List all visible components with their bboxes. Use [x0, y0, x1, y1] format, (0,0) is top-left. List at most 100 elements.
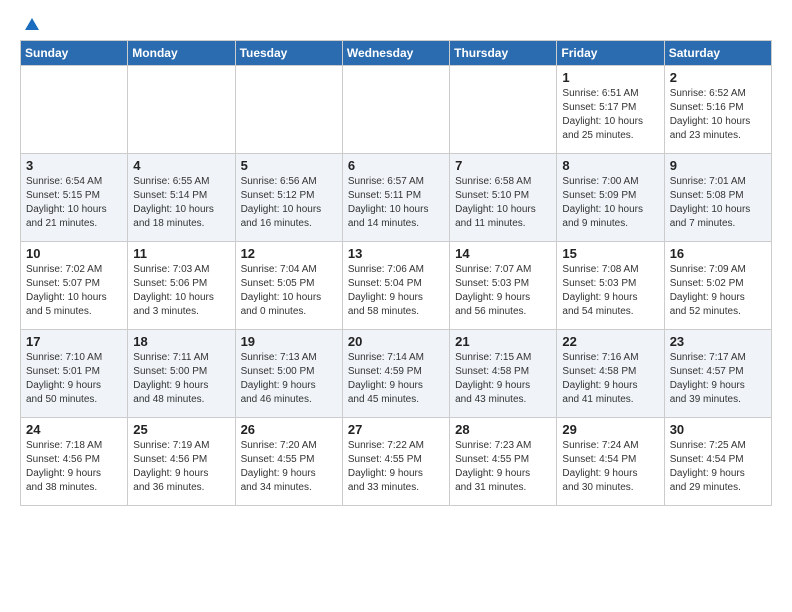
day-number: 24: [26, 422, 122, 437]
day-number: 12: [241, 246, 337, 261]
day-number: 7: [455, 158, 551, 173]
logo-icon: [23, 16, 41, 34]
day-info: Sunrise: 7:16 AM Sunset: 4:58 PM Dayligh…: [562, 351, 658, 407]
calendar-week-row: 17 Sunrise: 7:10 AM Sunset: 5:01 PM Dayli…: [21, 330, 772, 418]
day-info: Sunrise: 7:03 AM Sunset: 5:06 PM Dayligh…: [133, 263, 229, 319]
calendar-table: SundayMondayTuesdayWednesdayThursdayFrid…: [20, 40, 772, 506]
day-info: Sunrise: 7:08 AM Sunset: 5:03 PM Dayligh…: [562, 263, 658, 319]
day-info: Sunrise: 7:15 AM Sunset: 4:58 PM Dayligh…: [455, 351, 551, 407]
day-number: 22: [562, 334, 658, 349]
calendar-cell: 24 Sunrise: 7:18 AM Sunset: 4:56 PM Dayli…: [21, 418, 128, 506]
weekday-header: Tuesday: [235, 41, 342, 66]
day-info: Sunrise: 7:09 AM Sunset: 5:02 PM Dayligh…: [670, 263, 766, 319]
day-number: 2: [670, 70, 766, 85]
calendar-cell: [450, 66, 557, 154]
calendar-cell: 3Sunrise: 6:54 AM Sunset: 5:15 PM Daylig…: [21, 154, 128, 242]
day-number: 11: [133, 246, 229, 261]
day-info: Sunrise: 7:01 AM Sunset: 5:08 PM Dayligh…: [670, 175, 766, 231]
calendar-cell: 22 Sunrise: 7:16 AM Sunset: 4:58 PM Dayli…: [557, 330, 664, 418]
day-number: 14: [455, 246, 551, 261]
calendar-cell: 17 Sunrise: 7:10 AM Sunset: 5:01 PM Dayli…: [21, 330, 128, 418]
day-number: 15: [562, 246, 658, 261]
calendar-cell: 4 Sunrise: 6:55 AM Sunset: 5:14 PM Daylig…: [128, 154, 235, 242]
day-info: Sunrise: 7:02 AM Sunset: 5:07 PM Dayligh…: [26, 263, 122, 319]
calendar-cell: 21 Sunrise: 7:15 AM Sunset: 4:58 PM Dayli…: [450, 330, 557, 418]
day-info: Sunrise: 7:11 AM Sunset: 5:00 PM Dayligh…: [133, 351, 229, 407]
calendar-cell: 30Sunrise: 7:25 AM Sunset: 4:54 PM Dayli…: [664, 418, 771, 506]
day-number: 5: [241, 158, 337, 173]
calendar-cell: 25 Sunrise: 7:19 AM Sunset: 4:56 PM Dayli…: [128, 418, 235, 506]
calendar-cell: 9 Sunrise: 7:01 AM Sunset: 5:08 PM Daylig…: [664, 154, 771, 242]
calendar-cell: 28 Sunrise: 7:23 AM Sunset: 4:55 PM Dayli…: [450, 418, 557, 506]
day-info: Sunrise: 7:18 AM Sunset: 4:56 PM Dayligh…: [26, 439, 122, 495]
weekday-header: Friday: [557, 41, 664, 66]
day-number: 10: [26, 246, 122, 261]
day-number: 26: [241, 422, 337, 437]
day-info: Sunrise: 7:14 AM Sunset: 4:59 PM Dayligh…: [348, 351, 444, 407]
day-info: Sunrise: 7:10 AM Sunset: 5:01 PM Dayligh…: [26, 351, 122, 407]
day-number: 30: [670, 422, 766, 437]
calendar-cell: 8 Sunrise: 7:00 AM Sunset: 5:09 PM Daylig…: [557, 154, 664, 242]
day-info: Sunrise: 7:04 AM Sunset: 5:05 PM Dayligh…: [241, 263, 337, 319]
day-number: 29: [562, 422, 658, 437]
calendar-cell: 27 Sunrise: 7:22 AM Sunset: 4:55 PM Dayli…: [342, 418, 449, 506]
day-number: 25: [133, 422, 229, 437]
day-number: 1: [562, 70, 658, 85]
day-info: Sunrise: 6:54 AM Sunset: 5:15 PM Dayligh…: [26, 175, 122, 231]
calendar-cell: 11 Sunrise: 7:03 AM Sunset: 5:06 PM Dayli…: [128, 242, 235, 330]
day-number: 27: [348, 422, 444, 437]
day-info: Sunrise: 6:52 AM Sunset: 5:16 PM Dayligh…: [670, 87, 766, 143]
day-number: 20: [348, 334, 444, 349]
day-number: 17: [26, 334, 122, 349]
day-number: 16: [670, 246, 766, 261]
day-info: Sunrise: 7:19 AM Sunset: 4:56 PM Dayligh…: [133, 439, 229, 495]
calendar-cell: 5Sunrise: 6:56 AM Sunset: 5:12 PM Daylig…: [235, 154, 342, 242]
day-number: 8: [562, 158, 658, 173]
page-header: [20, 16, 772, 30]
day-info: Sunrise: 7:17 AM Sunset: 4:57 PM Dayligh…: [670, 351, 766, 407]
calendar-week-row: 10 Sunrise: 7:02 AM Sunset: 5:07 PM Dayli…: [21, 242, 772, 330]
day-number: 28: [455, 422, 551, 437]
weekday-header: Saturday: [664, 41, 771, 66]
day-info: Sunrise: 6:58 AM Sunset: 5:10 PM Dayligh…: [455, 175, 551, 231]
calendar-cell: 26 Sunrise: 7:20 AM Sunset: 4:55 PM Dayli…: [235, 418, 342, 506]
day-info: Sunrise: 6:57 AM Sunset: 5:11 PM Dayligh…: [348, 175, 444, 231]
day-info: Sunrise: 7:20 AM Sunset: 4:55 PM Dayligh…: [241, 439, 337, 495]
day-info: Sunrise: 6:51 AM Sunset: 5:17 PM Dayligh…: [562, 87, 658, 143]
calendar-week-row: 3Sunrise: 6:54 AM Sunset: 5:15 PM Daylig…: [21, 154, 772, 242]
calendar-cell: 16 Sunrise: 7:09 AM Sunset: 5:02 PM Dayli…: [664, 242, 771, 330]
day-number: 6: [348, 158, 444, 173]
day-info: Sunrise: 7:13 AM Sunset: 5:00 PM Dayligh…: [241, 351, 337, 407]
day-number: 19: [241, 334, 337, 349]
day-number: 13: [348, 246, 444, 261]
day-number: 4: [133, 158, 229, 173]
calendar-cell: 7 Sunrise: 6:58 AM Sunset: 5:10 PM Daylig…: [450, 154, 557, 242]
weekday-header: Monday: [128, 41, 235, 66]
day-number: 9: [670, 158, 766, 173]
calendar-cell: 6 Sunrise: 6:57 AM Sunset: 5:11 PM Daylig…: [342, 154, 449, 242]
weekday-header: Wednesday: [342, 41, 449, 66]
calendar-cell: 23Sunrise: 7:17 AM Sunset: 4:57 PM Dayli…: [664, 330, 771, 418]
calendar-week-row: 1 Sunrise: 6:51 AM Sunset: 5:17 PM Daylig…: [21, 66, 772, 154]
calendar-cell: 19 Sunrise: 7:13 AM Sunset: 5:00 PM Dayli…: [235, 330, 342, 418]
calendar-cell: 2 Sunrise: 6:52 AM Sunset: 5:16 PM Daylig…: [664, 66, 771, 154]
calendar-cell: 18Sunrise: 7:11 AM Sunset: 5:00 PM Dayli…: [128, 330, 235, 418]
calendar-cell: 15 Sunrise: 7:08 AM Sunset: 5:03 PM Dayli…: [557, 242, 664, 330]
calendar-cell: [128, 66, 235, 154]
day-info: Sunrise: 6:55 AM Sunset: 5:14 PM Dayligh…: [133, 175, 229, 231]
day-info: Sunrise: 7:00 AM Sunset: 5:09 PM Dayligh…: [562, 175, 658, 231]
day-info: Sunrise: 7:07 AM Sunset: 5:03 PM Dayligh…: [455, 263, 551, 319]
page: SundayMondayTuesdayWednesdayThursdayFrid…: [0, 0, 792, 612]
day-info: Sunrise: 7:06 AM Sunset: 5:04 PM Dayligh…: [348, 263, 444, 319]
calendar-cell: 1 Sunrise: 6:51 AM Sunset: 5:17 PM Daylig…: [557, 66, 664, 154]
calendar-cell: 20 Sunrise: 7:14 AM Sunset: 4:59 PM Dayli…: [342, 330, 449, 418]
day-info: Sunrise: 7:22 AM Sunset: 4:55 PM Dayligh…: [348, 439, 444, 495]
day-info: Sunrise: 7:24 AM Sunset: 4:54 PM Dayligh…: [562, 439, 658, 495]
weekday-header: Sunday: [21, 41, 128, 66]
calendar-cell: [235, 66, 342, 154]
calendar-cell: 12 Sunrise: 7:04 AM Sunset: 5:05 PM Dayli…: [235, 242, 342, 330]
day-info: Sunrise: 7:23 AM Sunset: 4:55 PM Dayligh…: [455, 439, 551, 495]
calendar-cell: [21, 66, 128, 154]
logo: [20, 16, 41, 30]
day-number: 21: [455, 334, 551, 349]
